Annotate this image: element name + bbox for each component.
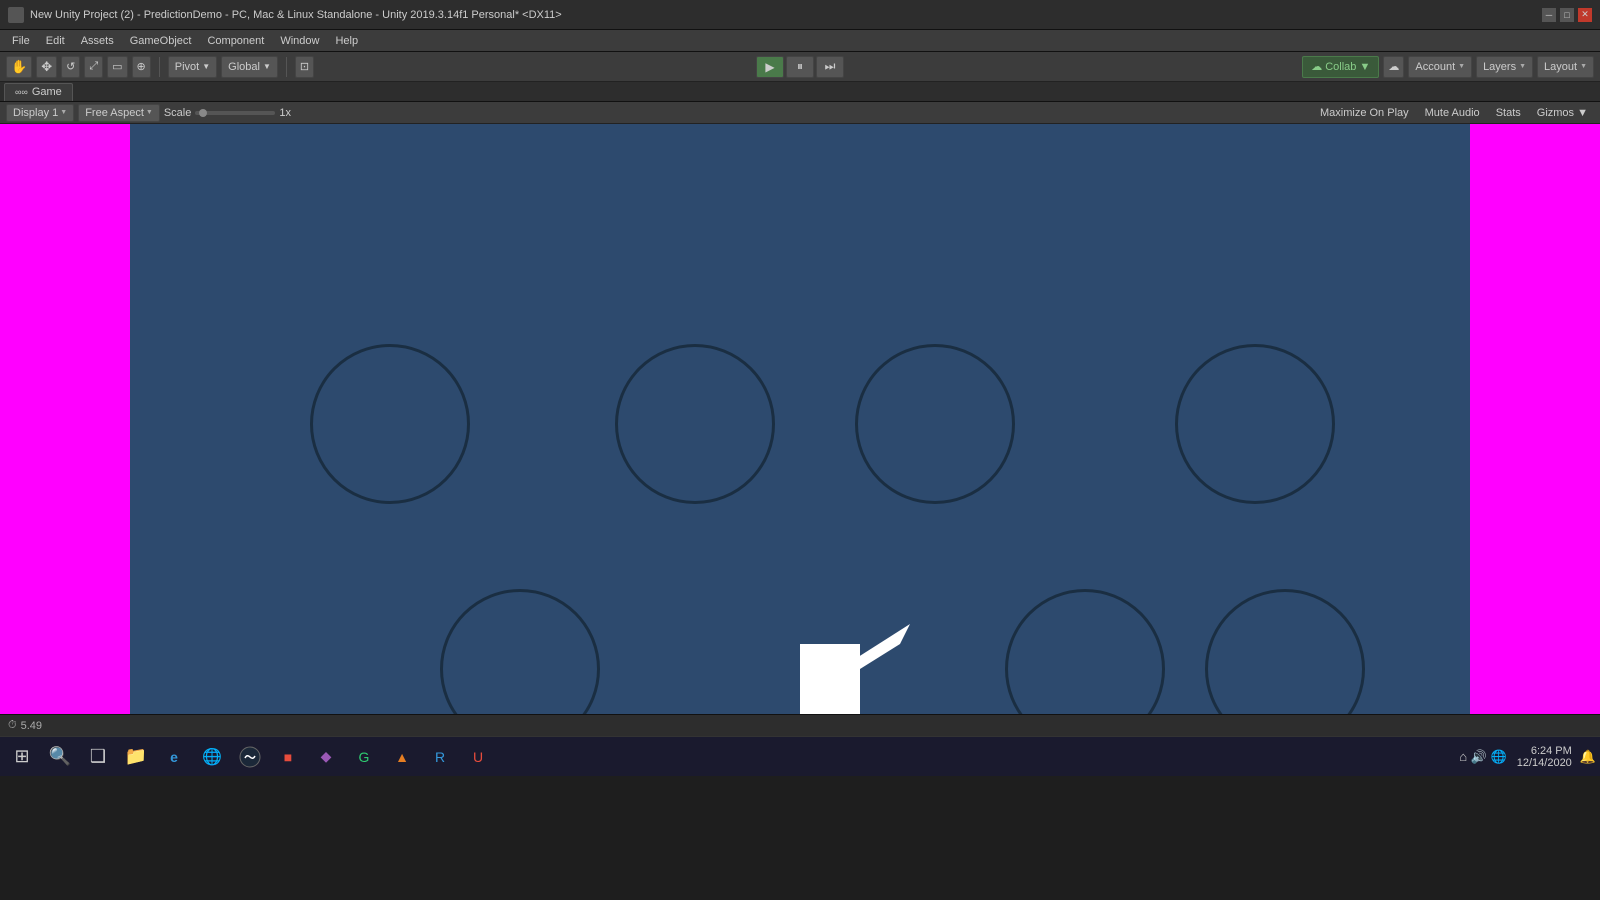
clock: 6:24 PM — [1531, 745, 1572, 757]
global-button[interactable]: Global ▼ — [221, 56, 278, 78]
menu-help[interactable]: Help — [327, 33, 366, 49]
circle-2 — [615, 344, 775, 504]
cloud-icon: ☁ — [1311, 60, 1322, 73]
menu-component[interactable]: Component — [199, 33, 272, 49]
date: 12/14/2020 — [1517, 757, 1572, 769]
pause-button[interactable]: ⏸ — [786, 56, 814, 78]
transform-tool[interactable]: ⊕ — [132, 56, 151, 78]
notification-icon[interactable]: 🔔 — [1580, 749, 1596, 765]
view-tabs: ∞∞ Game — [0, 82, 1600, 102]
hand-tool[interactable]: ✋ — [6, 56, 32, 78]
game-tab[interactable]: ∞∞ Game — [4, 83, 73, 101]
scale-dot — [199, 109, 207, 117]
maximize-button[interactable]: □ — [1560, 8, 1574, 22]
fps-indicator: ⏱ — [8, 719, 17, 732]
pivot-label: Pivot — [175, 61, 199, 73]
scale-tool[interactable]: ⤢ — [84, 56, 103, 78]
gizmos-label: Gizmos ▼ — [1537, 107, 1588, 119]
game-toolbar: Display 1 Free Aspect Scale 1x Maximize … — [0, 102, 1600, 124]
player-character — [780, 604, 910, 714]
aspect-label: Free Aspect — [85, 107, 144, 119]
scale-slider[interactable] — [195, 111, 275, 115]
account-label: Account — [1415, 61, 1455, 73]
display-label: Display 1 — [13, 107, 58, 119]
explorer-button[interactable]: 📁 — [118, 740, 154, 774]
separator-2 — [286, 57, 287, 77]
taskbar-app-4[interactable]: ▲ — [384, 740, 420, 774]
taskbar-app-3[interactable]: G — [346, 740, 382, 774]
edge-button[interactable]: e — [156, 740, 192, 774]
maximize-label: Maximize On Play — [1320, 107, 1409, 119]
circle-6 — [1005, 589, 1165, 714]
taskbar-app-2[interactable]: ◆ — [308, 740, 344, 774]
mute-label: Mute Audio — [1425, 107, 1480, 119]
windows-taskbar: ⊞ 🔍 ❑ 📁 e 🌐 ■ ◆ G ▲ R U ⌂ 🔊 🌐 6:24 PM 12… — [0, 736, 1600, 776]
taskbar-app-5[interactable]: R — [422, 740, 458, 774]
circle-1 — [310, 344, 470, 504]
maximize-on-play-button[interactable]: Maximize On Play — [1314, 104, 1415, 122]
start-button[interactable]: ⊞ — [4, 740, 40, 774]
taskbar-app-6[interactable]: U — [460, 740, 496, 774]
move-tool[interactable]: ✥ — [36, 56, 57, 78]
search-button[interactable]: 🔍 — [42, 740, 78, 774]
scale-label: Scale — [164, 107, 192, 119]
taskview-button[interactable]: ❑ — [80, 740, 116, 774]
circle-4 — [1175, 344, 1335, 504]
system-tray: ⌂ 🔊 🌐 — [1459, 749, 1506, 765]
fps-value: 5.49 — [21, 720, 42, 732]
global-label: Global — [228, 61, 260, 73]
collab-label: Collab ▼ — [1325, 61, 1370, 73]
chrome-button[interactable]: 🌐 — [194, 740, 230, 774]
taskbar-app-1[interactable]: ■ — [270, 740, 306, 774]
steam-button[interactable] — [232, 740, 268, 774]
layout-dropdown[interactable]: Layout — [1537, 56, 1594, 78]
right-toolbar-controls: ☁ Collab ▼ ☁ Account Layers Layout — [1302, 56, 1594, 78]
stats-button[interactable]: Stats — [1490, 104, 1527, 122]
menu-assets[interactable]: Assets — [73, 33, 122, 49]
stats-label: Stats — [1496, 107, 1521, 119]
scale-value: 1x — [279, 107, 291, 119]
menu-window[interactable]: Window — [272, 33, 327, 49]
game-canvas — [130, 124, 1470, 714]
menu-edit[interactable]: Edit — [38, 33, 73, 49]
display-dropdown[interactable]: Display 1 — [6, 104, 74, 122]
collab-button[interactable]: ☁ Collab ▼ — [1302, 56, 1379, 78]
title-bar: New Unity Project (2) - PredictionDemo -… — [0, 0, 1600, 30]
main-toolbar: ✋ ✥ ↺ ⤢ ▭ ⊕ Pivot ▼ Global ▼ ⊡ ▶ ⏸ ⏭ ☁ C… — [0, 52, 1600, 82]
play-button[interactable]: ▶ — [756, 56, 784, 78]
cursor — [438, 492, 448, 502]
taskbar-right: ⌂ 🔊 🌐 6:24 PM 12/14/2020 🔔 — [1459, 745, 1596, 769]
step-button[interactable]: ⏭ — [816, 56, 844, 78]
circle-3 — [855, 344, 1015, 504]
custom-tool[interactable]: ⊡ — [295, 56, 314, 78]
mute-audio-button[interactable]: Mute Audio — [1419, 104, 1486, 122]
game-toolbar-right: Maximize On Play Mute Audio Stats Gizmos… — [1314, 104, 1594, 122]
status-bar: ⏱ 5.49 — [0, 714, 1600, 736]
pivot-button[interactable]: Pivot ▼ — [168, 56, 217, 78]
rotate-tool[interactable]: ↺ — [61, 56, 80, 78]
window-controls: ─ □ ✕ — [1542, 8, 1592, 22]
layers-dropdown[interactable]: Layers — [1476, 56, 1533, 78]
circle-5 — [440, 589, 600, 714]
game-view — [0, 124, 1600, 714]
layout-label: Layout — [1544, 61, 1577, 73]
menu-bar: File Edit Assets GameObject Component Wi… — [0, 30, 1600, 52]
cloud-build-button[interactable]: ☁ — [1383, 56, 1404, 78]
separator-1 — [159, 57, 160, 77]
game-tab-label: Game — [32, 86, 62, 98]
scale-control: Scale 1x — [164, 107, 291, 119]
minimize-button[interactable]: ─ — [1542, 8, 1556, 22]
window-title: New Unity Project (2) - PredictionDemo -… — [30, 9, 1542, 21]
aspect-dropdown[interactable]: Free Aspect — [78, 104, 160, 122]
circle-7 — [1205, 589, 1365, 714]
close-button[interactable]: ✕ — [1578, 8, 1592, 22]
layers-label: Layers — [1483, 61, 1516, 73]
play-controls: ▶ ⏸ ⏭ — [756, 56, 844, 78]
gizmos-dropdown[interactable]: Gizmos ▼ — [1531, 104, 1594, 122]
account-dropdown[interactable]: Account — [1408, 56, 1472, 78]
rect-tool[interactable]: ▭ — [107, 56, 127, 78]
menu-file[interactable]: File — [4, 33, 38, 49]
app-icon — [8, 7, 24, 23]
menu-gameobject[interactable]: GameObject — [122, 33, 200, 49]
